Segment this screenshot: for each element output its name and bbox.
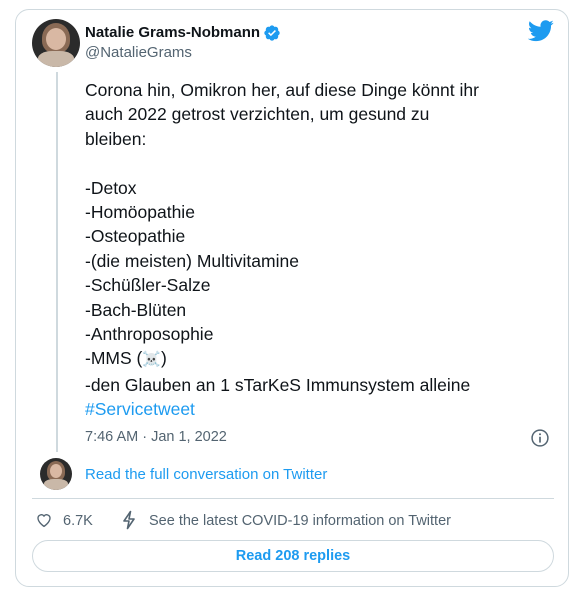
tweet-line: -Schüßler-Salze	[85, 275, 211, 296]
read-replies-button[interactable]: Read 208 replies	[32, 540, 554, 572]
author-handle[interactable]: @NatalieGrams	[85, 44, 192, 61]
verified-badge-icon	[264, 25, 280, 41]
read-full-conversation-link[interactable]: Read the full conversation on Twitter	[85, 466, 327, 483]
info-icon[interactable]	[530, 428, 550, 448]
thread-line	[56, 72, 58, 452]
tweet-line: auch 2022 getrost verzichten, um gesund …	[85, 104, 430, 125]
like-count[interactable]: 6.7K	[63, 513, 93, 529]
skull-emoji: ☠️	[142, 351, 162, 369]
tweet-line: -Anthroposophie	[85, 324, 214, 345]
twitter-bird-icon[interactable]	[528, 20, 554, 42]
tweet-line: -Homöopathie	[85, 202, 195, 223]
tweet-line: -Bach-Blüten	[85, 299, 187, 320]
divider	[32, 498, 554, 499]
tweet-line: bleiben:	[85, 128, 147, 149]
tweet-line: -(die meisten) Multivitamine	[85, 250, 299, 271]
tweet-line: -Osteopathie	[85, 226, 186, 247]
tweet-text: Corona hin, Omikron her, auf diese Dinge…	[85, 78, 535, 422]
tweet-line: -den Glauben an 1 sTarKeS Immunsystem al…	[85, 374, 471, 395]
author-name[interactable]: Natalie Grams-Nobmann	[85, 24, 260, 41]
tweet-line: Corona hin, Omikron her, auf diese Dinge…	[85, 80, 479, 100]
covid-info-link[interactable]: See the latest COVID-19 information on T…	[149, 513, 451, 529]
author-avatar[interactable]	[32, 19, 80, 67]
tweet-line: )	[161, 348, 167, 369]
hashtag-link[interactable]: #Servicetweet	[85, 399, 195, 419]
tweet-timestamp[interactable]: 7:46 AM · Jan 1, 2022	[85, 429, 227, 445]
conversation-avatar[interactable]	[40, 458, 72, 490]
tweet-line: -Detox	[85, 177, 137, 198]
heart-icon[interactable]	[35, 511, 53, 529]
tweet-line: -MMS (	[85, 348, 143, 369]
lightning-bolt-icon	[123, 510, 135, 530]
